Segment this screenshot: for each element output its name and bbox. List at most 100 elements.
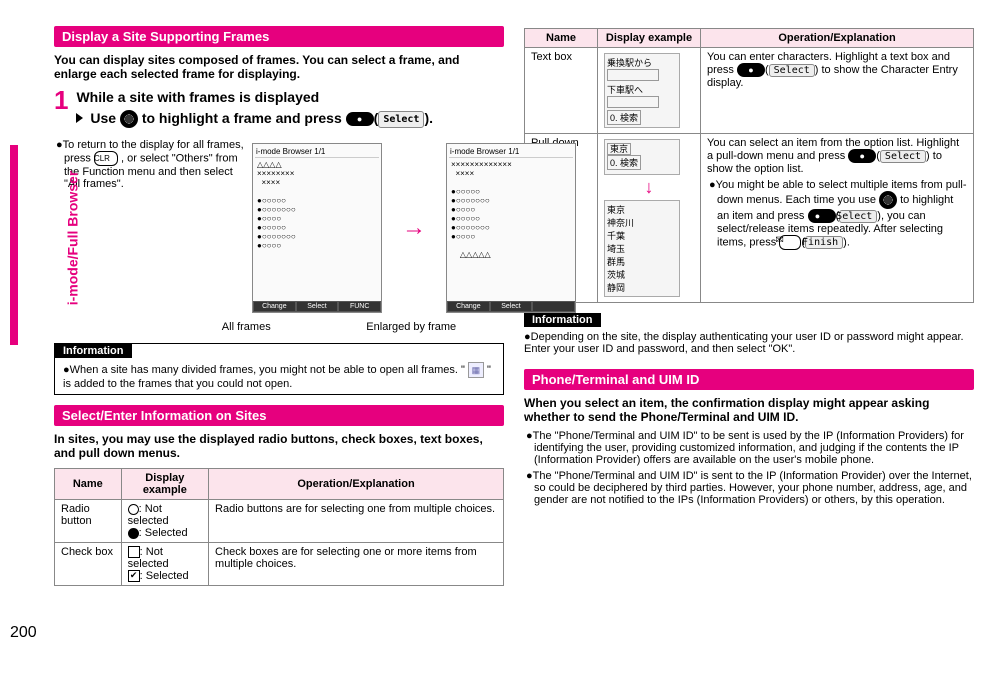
info1-a: When a site has many divided frames, you… — [70, 364, 468, 376]
pd-op6: ). — [843, 236, 850, 248]
foot-func: FUNC — [338, 301, 381, 312]
page-number: 200 — [10, 624, 974, 642]
step-line-b-end: ). — [424, 110, 433, 126]
screen-captions: All frames Enlarged by frame — [174, 321, 504, 333]
radio-unselected-icon — [128, 504, 139, 515]
side-tab-label: i-mode/Full Browser — [64, 171, 80, 306]
pulldown-expanded-icon: 東京 神奈川 千葉 埼玉 群馬 茨城 静岡 — [604, 200, 680, 297]
pu-b1: The "Phone/Terminal and UIM ID" to be se… — [533, 430, 964, 466]
caption-right: Enlarged by frame — [366, 321, 456, 333]
pd-selected: 東京 — [607, 143, 631, 155]
intro-frames: You can display sites composed of frames… — [54, 53, 504, 81]
tb-line1: 乗換駅から — [607, 58, 652, 68]
screen-right-title: i-mode Browser 1/1 — [449, 146, 573, 158]
table-row: Text box 乗換駅から 下車駅へ 0. 検索 You can enter … — [525, 48, 974, 134]
center-button-icon: ● — [737, 63, 765, 77]
checkbox-unselected-icon — [128, 546, 140, 558]
phone-uim-bullet-1: ●The "Phone/Terminal and UIM ID" to be s… — [524, 430, 974, 466]
info2-text: Depending on the site, the display authe… — [524, 331, 964, 355]
intro-select-enter: In sites, you may use the displayed radi… — [54, 432, 504, 460]
left-column: Display a Site Supporting Frames You can… — [54, 20, 504, 594]
th-op-r: Operation/Explanation — [701, 29, 974, 48]
checkbox-selected-icon: ✔ — [128, 570, 140, 582]
foot-select-r: Select — [490, 301, 533, 312]
center-button-icon: ● — [346, 112, 374, 126]
th-disp-r: Display example — [598, 29, 701, 48]
step-body: While a site with frames is displayed Us… — [76, 87, 433, 129]
cell-textbox-disp: 乗換駅から 下車駅へ 0. 検索 — [598, 48, 701, 134]
side-tab: i-mode/Full Browser — [10, 20, 34, 594]
screen-right: i-mode Browser 1/1 ××××××××××××× ××××●○○… — [446, 143, 576, 313]
center-button-icon: ● — [848, 149, 876, 163]
side-tab-bar — [10, 145, 18, 345]
tb-line2: 下車駅へ — [607, 85, 643, 95]
radio-selected-icon — [128, 528, 139, 539]
cell-textbox-name: Text box — [525, 48, 598, 134]
cell-textbox-op: You can enter characters. Highlight a te… — [701, 48, 974, 134]
th-name: Name — [55, 469, 122, 500]
table-row: Check box : Not selected ✔: Selected Che… — [55, 543, 504, 586]
cell-check-op: Check boxes are for selecting one or mor… — [209, 543, 504, 586]
th-name-r: Name — [525, 29, 598, 48]
step-1: 1 While a site with frames is displayed … — [54, 87, 504, 129]
step-line-a: While a site with frames is displayed — [76, 89, 319, 105]
information-body-1: ●When a site has many divided frames, yo… — [55, 358, 503, 394]
select-pill: Select — [839, 210, 877, 223]
frame-error-icon: ▦ — [468, 362, 484, 378]
information-box-1: Information ●When a site has many divide… — [54, 343, 504, 395]
cell-check-name: Check box — [55, 543, 122, 586]
foot-change-r: Change — [447, 301, 490, 312]
step-line-b-mid: to highlight a frame and press — [142, 110, 346, 126]
controls-table-left: Name Display example Operation/Explanati… — [54, 468, 504, 586]
pu-b2: The "Phone/Terminal and UIM ID" is sent … — [533, 470, 972, 506]
mail-button-icon — [779, 235, 801, 250]
section-header-phone-uim: Phone/Terminal and UIM ID — [524, 369, 974, 390]
cell-pulldown-op: You can select an item from the option l… — [701, 134, 974, 303]
screen-enlarged-frame: i-mode Browser 1/1 ××××××××××××× ××××●○○… — [446, 143, 576, 313]
information-box-2: Information ●Depending on the site, the … — [524, 313, 974, 359]
screen-left-title: i-mode Browser 1/1 — [255, 146, 379, 158]
pd-bullet: ●You might be able to select multiple it… — [707, 179, 967, 250]
pd-search-btn: 0. 検索 — [607, 155, 641, 170]
screen-right-foot: Change Select — [447, 301, 575, 312]
screen-left-foot: Change Select FUNC — [253, 301, 381, 312]
th-op: Operation/Explanation — [209, 469, 504, 500]
th-disp: Display example — [121, 469, 208, 500]
information-label-1: Information — [55, 344, 132, 358]
cell-check-disp: : Not selected ✔: Selected — [121, 543, 208, 586]
cell-pulldown-disp: 東京 0. 検索 ↓ 東京 神奈川 千葉 埼玉 群馬 茨城 静岡 — [598, 134, 701, 303]
screen-all-frames: i-mode Browser 1/1 △△△△×××××××× ××××●○○○… — [252, 143, 382, 313]
textbox-field-icon-2 — [607, 96, 659, 108]
dpad-icon — [879, 191, 897, 209]
phone-uim-bullet-2: ●The "Phone/Terminal and UIM ID" is sent… — [524, 470, 974, 506]
check-sel-label: : Selected — [140, 570, 189, 582]
screen-left-body: △△△△×××××××× ××××●○○○○○●○○○○○○○●○○○○●○○○… — [255, 158, 379, 252]
clr-button-icon: CLR — [94, 151, 118, 166]
screen-examples: i-mode Browser 1/1 △△△△×××××××× ××××●○○○… — [252, 143, 576, 313]
section-header-select-enter: Select/Enter Information on Sites — [54, 405, 504, 426]
step-number: 1 — [54, 87, 68, 129]
play-icon — [76, 113, 83, 123]
cell-radio-disp: : Not selected : Selected — [121, 500, 208, 543]
foot-change: Change — [253, 301, 296, 312]
table-header-row: Name Display example Operation/Explanati… — [55, 469, 504, 500]
screen-right-body: ××××××××××××× ××××●○○○○○●○○○○○○○●○○○○●○○… — [449, 158, 573, 261]
arrow-right-icon: → — [402, 214, 426, 242]
information-label-2: Information — [524, 313, 601, 327]
textbox-field-icon — [607, 69, 659, 81]
select-pill: Select — [880, 150, 926, 163]
screen-left: i-mode Browser 1/1 △△△△×××××××× ××××●○○○… — [252, 143, 382, 313]
cell-radio-op: Radio buttons are for selecting one from… — [209, 500, 504, 543]
select-pill: Select — [769, 64, 815, 77]
foot-select: Select — [296, 301, 339, 312]
intro-phone-uim: When you select an item, the confirmatio… — [524, 396, 974, 424]
return-note: ●To return to the display for all frames… — [54, 139, 244, 317]
caption-left: All frames — [222, 321, 271, 333]
step-line-b-pre: Use — [90, 110, 120, 126]
textbox-example-icon: 乗換駅から 下車駅へ 0. 検索 — [604, 53, 680, 128]
pulldown-collapsed-icon: 東京 0. 検索 — [604, 139, 680, 175]
information-body-2: ●Depending on the site, the display auth… — [524, 327, 974, 359]
finish-pill: Finish — [805, 236, 843, 249]
table-row: Pull down menu 東京 0. 検索 ↓ 東京 神奈川 千葉 埼玉 群… — [525, 134, 974, 303]
arrow-down-icon: ↓ — [604, 177, 694, 198]
